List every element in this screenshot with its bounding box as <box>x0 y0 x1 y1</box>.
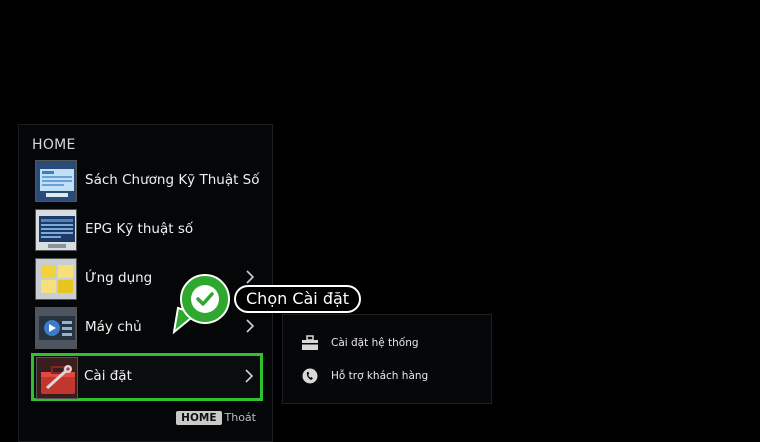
callout-text: Chọn Cài đặt <box>234 285 362 313</box>
chevron-right-icon <box>246 270 255 284</box>
digital-book-icon <box>35 160 77 202</box>
submenu-item-label: Hỗ trợ khách hàng <box>331 370 429 382</box>
settings-submenu-panel: Cài đặt hệ thống Hỗ trợ khách hàng <box>282 314 492 404</box>
submenu-item-customer-support[interactable]: Hỗ trợ khách hàng <box>301 367 486 387</box>
home-menu-panel: HOME Sách Chương Kỹ Thuật Số EPG Kỹ thuậ… <box>18 124 273 442</box>
menu-item-label: Máy chủ <box>85 319 142 335</box>
menu-item-label: Cài đặt <box>84 368 132 384</box>
phone-icon <box>302 368 318 384</box>
exit-label: Thoát <box>224 411 256 424</box>
toolbox-icon <box>302 335 318 350</box>
epg-icon <box>35 209 77 251</box>
apps-icon <box>35 258 77 300</box>
menu-item-label: Ứng dụng <box>85 270 153 286</box>
toolbox-icon <box>36 357 78 399</box>
submenu-item-system-settings[interactable]: Cài đặt hệ thống <box>301 334 486 354</box>
home-menu-title: HOME <box>32 137 76 153</box>
menu-item-epg[interactable]: EPG Kỹ thuật số <box>33 207 261 253</box>
submenu-item-label: Cài đặt hệ thống <box>331 337 419 349</box>
chevron-right-icon <box>245 369 254 383</box>
home-key-badge: HOME <box>176 411 222 425</box>
callout-badge <box>180 274 230 324</box>
menu-item-settings[interactable]: Cài đặt <box>31 353 263 401</box>
menu-footer: HOME Thoát <box>176 411 256 425</box>
checkmark-icon <box>191 285 219 313</box>
chevron-right-icon <box>246 319 255 333</box>
menu-item-digital-book[interactable]: Sách Chương Kỹ Thuật Số <box>33 158 261 204</box>
menu-item-label: EPG Kỹ thuật số <box>85 221 194 237</box>
media-server-icon <box>35 307 77 349</box>
menu-item-label: Sách Chương Kỹ Thuật Số <box>85 172 260 188</box>
